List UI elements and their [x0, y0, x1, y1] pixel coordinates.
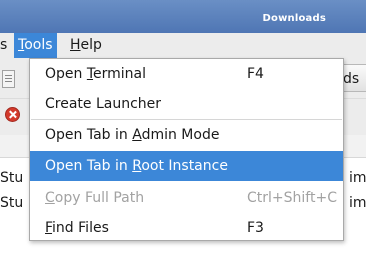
- window-title: Downloads: [262, 13, 326, 24]
- label-part: Open: [45, 66, 87, 82]
- label-part: opy Full Path: [54, 190, 145, 206]
- menu-tools[interactable]: Tools: [14, 33, 57, 58]
- tools-menu-dropdown: Open Terminal F4 Create Launcher Open Ta…: [29, 58, 344, 241]
- menuitem-shortcut: Ctrl+Shift+C: [247, 190, 337, 206]
- window-titlebar: Downloads: [0, 0, 366, 34]
- menubar: s Tools Help: [0, 33, 366, 59]
- menu-file-partial[interactable]: s: [0, 33, 11, 58]
- menuitem-label: Open Tab in Root Instance: [45, 151, 228, 181]
- menuitem-create-launcher[interactable]: Create Launcher: [30, 89, 343, 119]
- file-row-name[interactable]: Stu: [0, 195, 23, 211]
- label-mnemonic: A: [132, 127, 142, 143]
- menu-help-mnemonic: H: [70, 37, 81, 53]
- menuitem-open-tab-admin-mode[interactable]: Open Tab in Admin Mode: [30, 120, 343, 150]
- menuitem-label: Create Launcher: [45, 96, 162, 112]
- file-row-name[interactable]: Stu: [0, 170, 23, 186]
- menuitem-label: Open Terminal: [45, 59, 146, 89]
- error-icon[interactable]: [5, 107, 20, 122]
- file-row-type[interactable]: im: [349, 195, 366, 211]
- label-part: Open Tab in: [45, 158, 133, 174]
- label-part: Open Tab in: [45, 127, 133, 143]
- label-mnemonic: R: [132, 158, 142, 174]
- label-part: oot Instance: [141, 158, 228, 174]
- menuitem-copy-full-path[interactable]: Copy Full Path Ctrl+Shift+C: [30, 183, 343, 213]
- menuitem-find-files[interactable]: Find Files F3: [30, 213, 343, 243]
- menuitem-open-terminal[interactable]: Open Terminal F4: [30, 59, 343, 89]
- menu-tools-label: ools: [24, 37, 53, 53]
- menuitem-open-tab-root-instance[interactable]: Open Tab in Root Instance: [30, 151, 343, 181]
- menu-help[interactable]: Help: [66, 33, 106, 58]
- menuitem-shortcut: F4: [247, 66, 264, 82]
- file-row-type[interactable]: im: [349, 170, 366, 186]
- label-mnemonic: F: [45, 220, 53, 236]
- menu-file-partial-label: s: [0, 37, 8, 53]
- label-mnemonic: C: [45, 190, 55, 206]
- document-icon[interactable]: [2, 70, 15, 88]
- label-part: erminal: [93, 66, 147, 82]
- menuitem-label: Find Files: [45, 213, 109, 243]
- label-part: ind Files: [52, 220, 109, 236]
- menuitem-label: Copy Full Path: [45, 183, 144, 213]
- menuitem-shortcut: F3: [247, 220, 264, 236]
- label-part: dmin Mode: [141, 127, 220, 143]
- menu-help-label: elp: [80, 37, 102, 53]
- menuitem-label: Open Tab in Admin Mode: [45, 120, 219, 150]
